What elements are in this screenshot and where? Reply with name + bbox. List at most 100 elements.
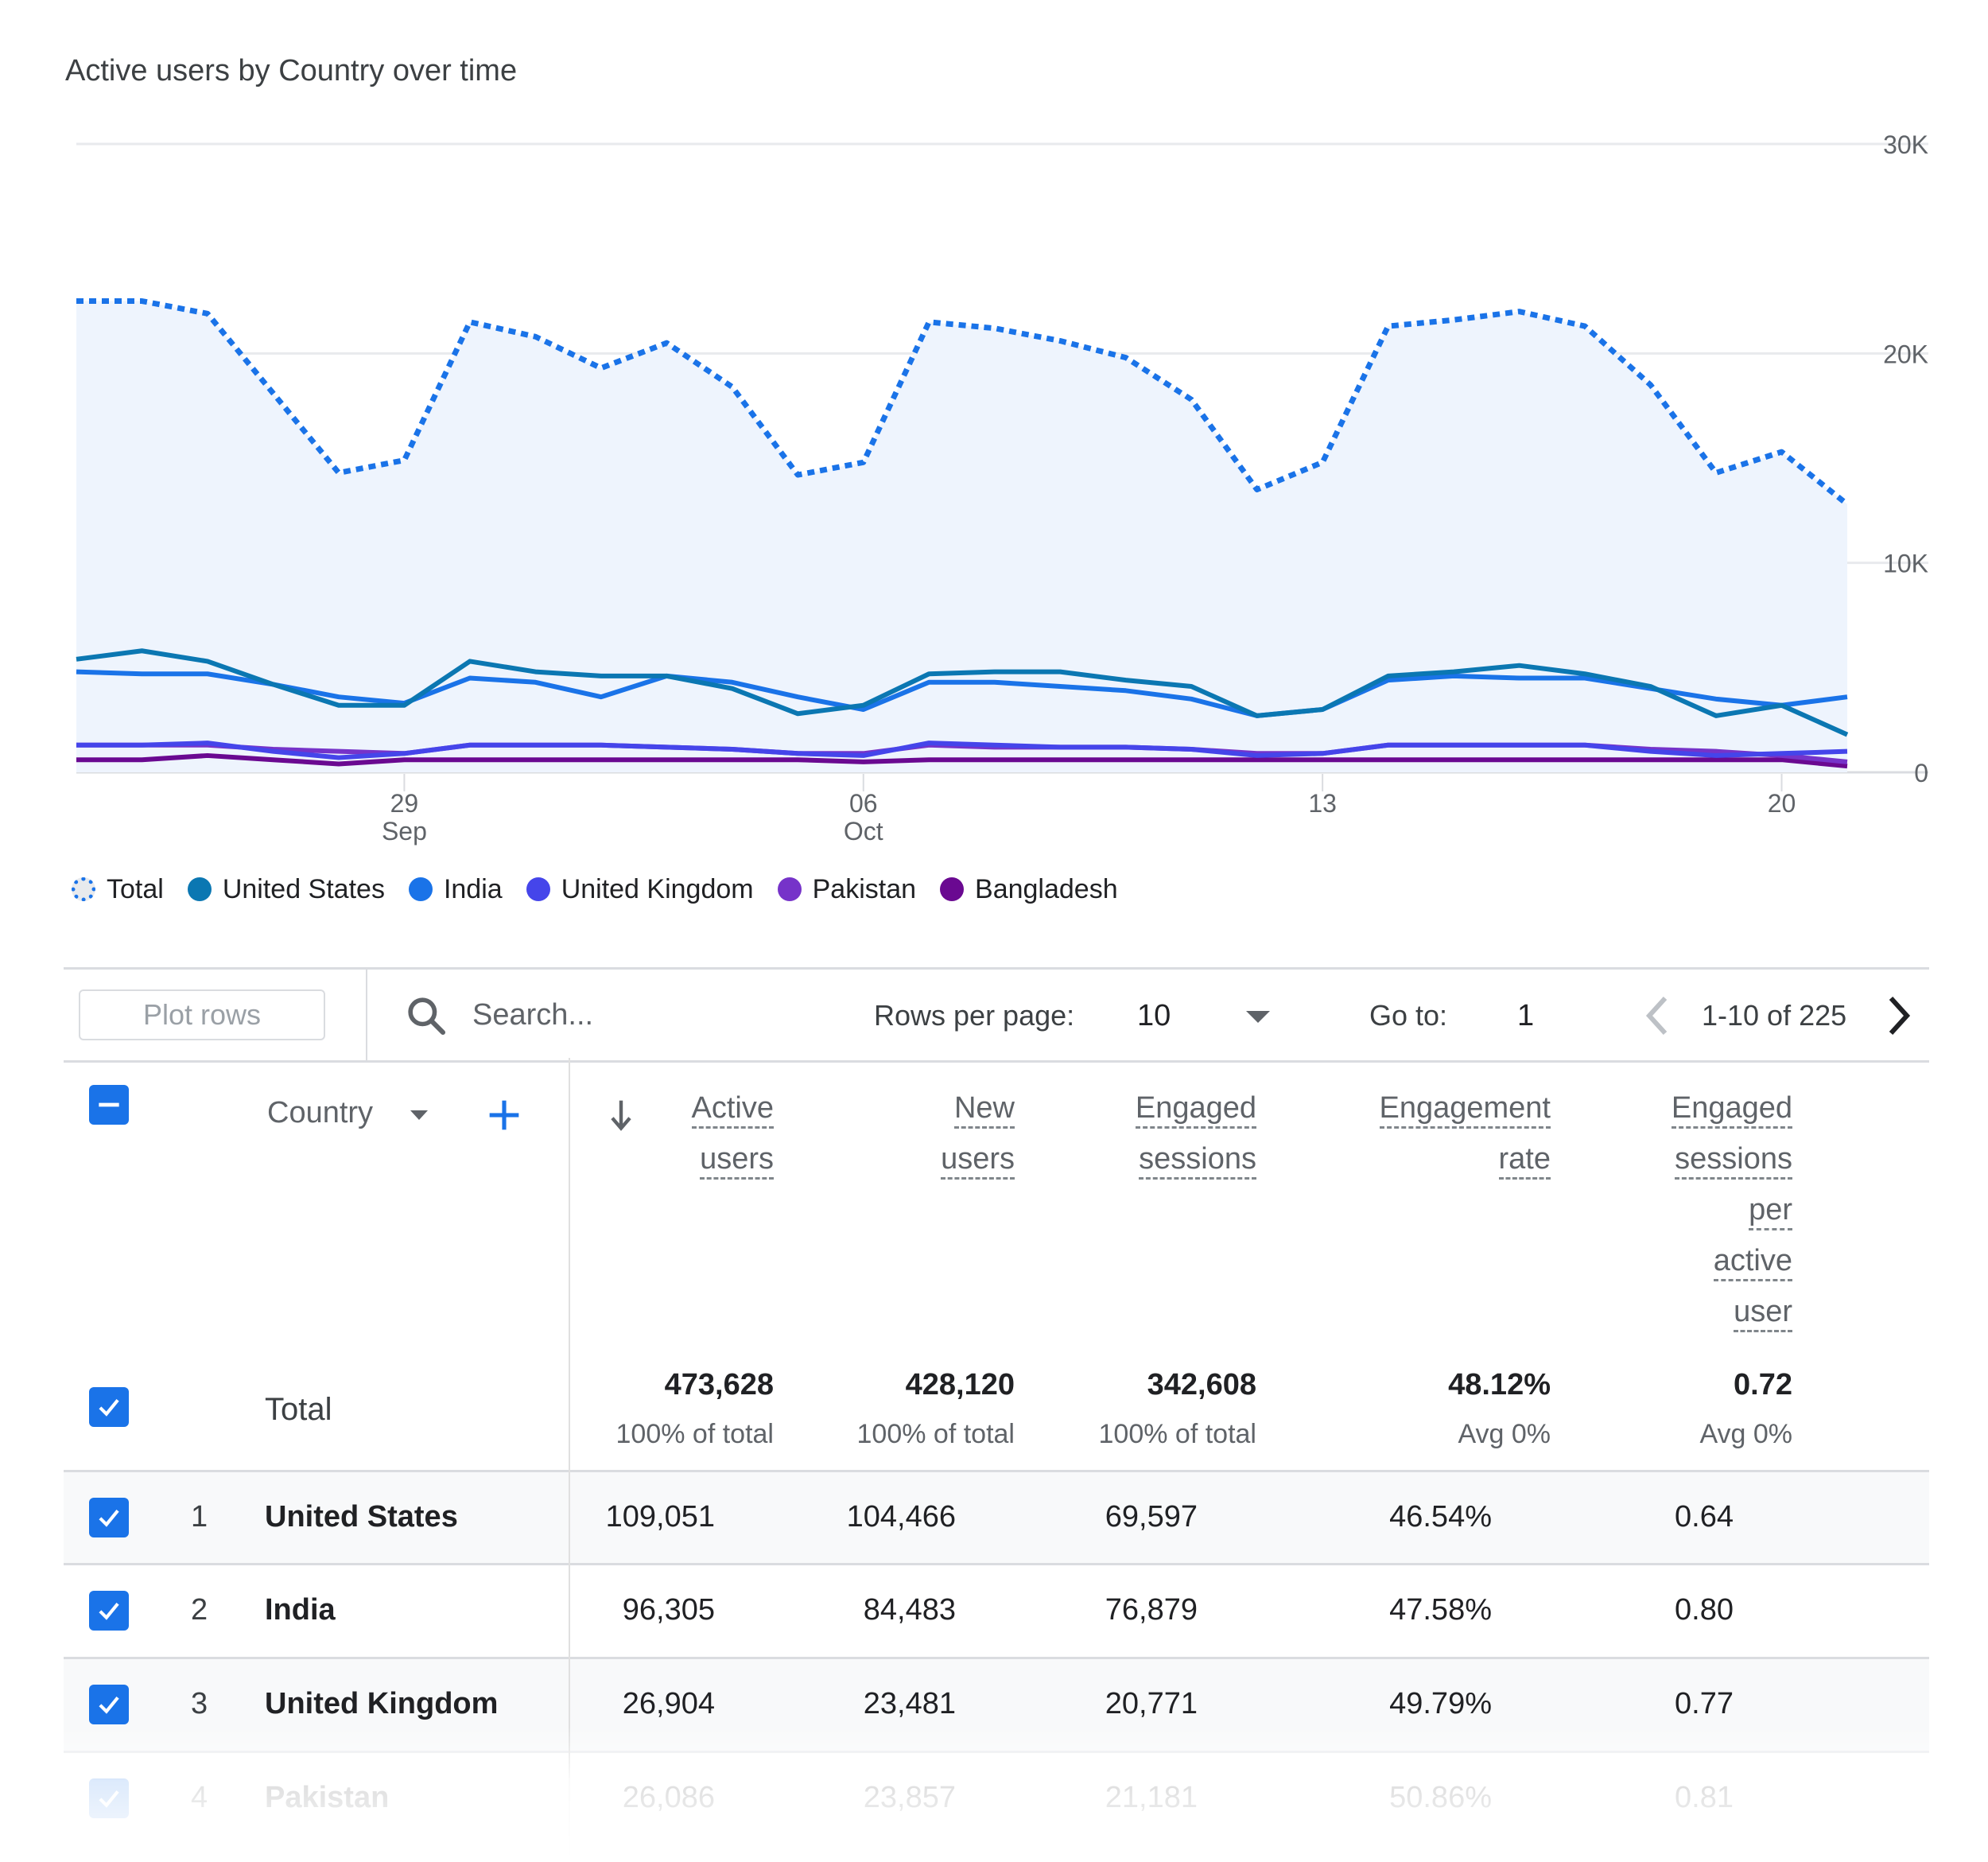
column-header-engaged-sessions-per-active-user[interactable]: Engaged sessions per active user xyxy=(1671,1085,1792,1339)
total-engagement-rate-sub: Avg 0% xyxy=(1458,1419,1551,1449)
row-checkbox[interactable] xyxy=(89,1498,129,1537)
cell-engagement-rate: 50.86% xyxy=(1389,1781,1492,1814)
legend-item-united-kingdom[interactable]: United Kingdom xyxy=(526,874,754,905)
cell-engagement-rate: 47.58% xyxy=(1389,1593,1492,1627)
dot-icon xyxy=(187,877,212,901)
plot-rows-button[interactable]: Plot rows xyxy=(79,989,325,1040)
goto-label: Go to: xyxy=(1369,999,1448,1032)
legend-label: Pakistan xyxy=(812,873,917,904)
row-divider xyxy=(64,1563,1929,1565)
total-area-fill xyxy=(76,301,1847,772)
cell-engaged-sessions-per-user: 0.81 xyxy=(1675,1781,1734,1814)
table-column-divider xyxy=(569,1058,570,1862)
checkmark-icon xyxy=(99,1602,119,1620)
checkmark-icon xyxy=(99,1790,119,1808)
checkmark-icon xyxy=(99,1509,119,1527)
cell-active-users: 96,305 xyxy=(622,1593,715,1627)
dot-icon xyxy=(777,877,802,901)
legend-item-united-states[interactable]: United States xyxy=(187,873,385,905)
x-axis: 29Sep 06Oct 13 20 xyxy=(382,774,1796,845)
x-tick-month-label: Oct xyxy=(844,817,883,845)
column-header-engaged-sessions[interactable]: Engaged sessions xyxy=(1135,1085,1256,1187)
total-active-users: 473,628 xyxy=(664,1368,774,1401)
add-dimension-icon[interactable] xyxy=(487,1098,522,1133)
row-country[interactable]: India xyxy=(265,1593,336,1627)
cell-active-users: 109,051 xyxy=(605,1500,715,1534)
column-header-active-users[interactable]: Active users xyxy=(691,1085,774,1187)
table-row[interactable]: 3 United Kingdom 26,904 23,481 20,771 49… xyxy=(64,1658,1929,1751)
legend-label: India xyxy=(443,873,503,904)
y-tick-label: 30K xyxy=(1883,130,1928,159)
table-row[interactable]: 2 India 96,305 84,483 76,879 47.58% 0.80 xyxy=(64,1565,1929,1658)
legend-item-bangladesh[interactable]: Bangladesh xyxy=(940,874,1118,905)
chart-title: Active users by Country over time xyxy=(65,54,518,87)
table-toolbar: Plot rows Rows per page: 10 Go to: 1 1-1… xyxy=(64,967,1929,1063)
legend-item-total[interactable]: Total xyxy=(72,874,164,905)
row-rank: 3 xyxy=(191,1687,208,1720)
column-header-new-users[interactable]: New users xyxy=(941,1085,1015,1187)
row-country[interactable]: United Kingdom xyxy=(265,1687,498,1721)
row-rank: 4 xyxy=(191,1781,208,1814)
legend-item-pakistan[interactable]: Pakistan xyxy=(777,873,917,905)
total-engaged-sessions: 342,608 xyxy=(1147,1368,1256,1401)
legend-item-india[interactable]: India xyxy=(408,873,503,905)
total-label: Total xyxy=(265,1392,332,1427)
goto-input[interactable]: 1 xyxy=(1517,999,1534,1033)
cell-active-users: 26,904 xyxy=(622,1687,715,1720)
x-tick-label: 13 xyxy=(1308,789,1337,818)
legend-label: Bangladesh xyxy=(975,873,1118,904)
rows-per-page-label: Rows per page: xyxy=(874,999,1075,1032)
total-area xyxy=(76,301,1847,772)
line-chart: 0 10K 20K 30K 29Sep 06Oct 13 20 xyxy=(76,130,1928,845)
cell-new-users: 23,857 xyxy=(863,1781,956,1814)
chevron-right-icon[interactable] xyxy=(1883,993,1915,1038)
x-tick-label: 06 xyxy=(849,789,878,818)
row-divider xyxy=(64,1657,1929,1659)
search-icon[interactable] xyxy=(404,993,448,1038)
dotted-circle-icon xyxy=(72,877,95,901)
row-checkbox[interactable] xyxy=(89,1685,129,1724)
y-tick-label: 10K xyxy=(1883,550,1928,578)
total-engaged-sessions-per-user-sub: Avg 0% xyxy=(1699,1419,1792,1449)
total-active-users-sub: 100% of total xyxy=(615,1419,774,1449)
row-country[interactable]: Pakistan xyxy=(265,1781,389,1815)
cell-engaged-sessions: 20,771 xyxy=(1105,1687,1198,1720)
sort-descending-icon[interactable] xyxy=(607,1098,635,1133)
total-engaged-sessions-per-user: 0.72 xyxy=(1734,1368,1792,1401)
dimension-dropdown-icon[interactable] xyxy=(410,1110,428,1120)
chevron-left-icon[interactable] xyxy=(1641,993,1673,1038)
checkmark-icon xyxy=(99,1696,119,1714)
dropdown-arrow-icon[interactable] xyxy=(1246,1011,1270,1023)
total-engaged-sessions-sub: 100% of total xyxy=(1098,1419,1256,1449)
pagination-range: 1-10 of 225 xyxy=(1702,999,1847,1032)
cell-engaged-sessions: 69,597 xyxy=(1105,1500,1198,1534)
rows-per-page-select[interactable]: 10 xyxy=(1137,999,1171,1033)
row-divider xyxy=(64,1470,1929,1472)
y-tick-label: 20K xyxy=(1883,340,1928,368)
cell-engaged-sessions-per-user: 0.80 xyxy=(1675,1593,1734,1627)
row-rank: 1 xyxy=(191,1500,208,1534)
x-tick-label: 20 xyxy=(1768,789,1796,818)
dimension-header[interactable]: Country xyxy=(267,1096,373,1130)
total-engagement-rate: 48.12% xyxy=(1448,1368,1551,1401)
total-row-checkbox[interactable] xyxy=(89,1387,129,1427)
select-all-checkbox[interactable] xyxy=(89,1085,129,1125)
chart-legend: Total United States India United Kingdom… xyxy=(72,869,1142,909)
row-checkbox[interactable] xyxy=(89,1778,129,1818)
table-row[interactable]: 4 Pakistan 26,086 23,857 21,181 50.86% 0… xyxy=(64,1752,1929,1845)
cell-engagement-rate: 46.54% xyxy=(1389,1500,1492,1534)
search-input[interactable] xyxy=(471,992,808,1038)
row-divider xyxy=(64,1751,1929,1753)
row-checkbox[interactable] xyxy=(89,1591,129,1631)
column-header-engagement-rate[interactable]: Engagement rate xyxy=(1379,1085,1551,1187)
dot-icon xyxy=(940,877,965,901)
dot-icon xyxy=(526,877,550,901)
cell-engaged-sessions: 21,181 xyxy=(1105,1781,1198,1814)
legend-label: United States xyxy=(222,873,385,904)
table-row[interactable]: 1 United States 109,051 104,466 69,597 4… xyxy=(64,1471,1929,1565)
row-country[interactable]: United States xyxy=(265,1500,458,1534)
cell-new-users: 23,481 xyxy=(863,1687,956,1720)
y-tick-label: 0 xyxy=(1914,759,1928,787)
cell-engaged-sessions: 76,879 xyxy=(1105,1593,1198,1627)
x-tick-label: 29 xyxy=(390,789,419,818)
